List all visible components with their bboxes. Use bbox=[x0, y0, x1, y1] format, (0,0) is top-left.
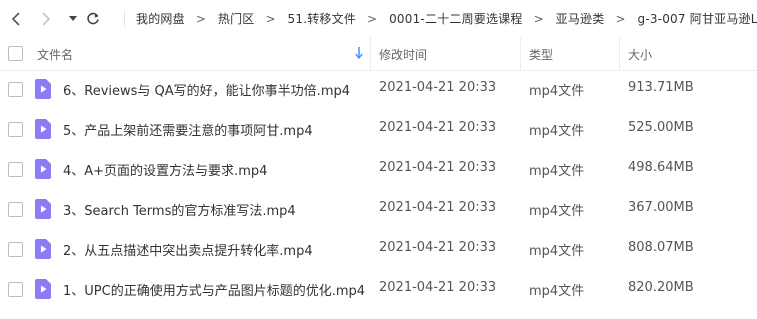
file-type: mp4文件 bbox=[529, 244, 585, 259]
back-button[interactable] bbox=[6, 7, 26, 31]
row-checkbox[interactable] bbox=[8, 242, 23, 257]
breadcrumb-separator: > bbox=[265, 11, 276, 26]
sort-descending-icon[interactable] bbox=[355, 47, 363, 59]
row-checkbox[interactable] bbox=[8, 162, 23, 177]
breadcrumb-item-transfer[interactable]: 51.转移文件 bbox=[288, 10, 356, 27]
breadcrumb-separator: > bbox=[195, 11, 206, 26]
file-type: mp4文件 bbox=[529, 204, 585, 219]
breadcrumb-separator: > bbox=[615, 11, 626, 26]
file-size: 913.71MB bbox=[628, 80, 694, 95]
refresh-button[interactable] bbox=[84, 7, 102, 31]
column-divider[interactable] bbox=[520, 37, 521, 70]
file-modified-time: 2021-04-21 20:33 bbox=[379, 240, 497, 255]
video-file-icon bbox=[35, 159, 51, 179]
breadcrumb-item-my-drive[interactable]: 我的网盘 bbox=[136, 10, 185, 27]
breadcrumb-item-courses[interactable]: 0001-二十二周要选课程 bbox=[389, 10, 522, 27]
file-size: 820.20MB bbox=[628, 280, 694, 295]
file-row[interactable]: 2、从五点描述中突出卖点提升转化率.mp4 2021-04-21 20:33 m… bbox=[0, 229, 757, 269]
file-name[interactable]: 4、A+页面的设置方法与要求.mp4 bbox=[63, 160, 267, 179]
breadcrumb-separator: > bbox=[533, 11, 544, 26]
video-file-icon bbox=[35, 119, 51, 139]
video-file-icon bbox=[35, 199, 51, 219]
breadcrumb-item-hot[interactable]: 热门区 bbox=[218, 10, 255, 27]
row-checkbox[interactable] bbox=[8, 82, 23, 97]
file-type: mp4文件 bbox=[529, 284, 585, 299]
breadcrumb: 我的网盘 > 热门区 > 51.转移文件 > 0001-二十二周要选课程 > 亚… bbox=[113, 10, 757, 27]
file-row[interactable]: 4、A+页面的设置方法与要求.mp4 2021-04-21 20:33 mp4文… bbox=[0, 149, 757, 189]
file-row[interactable]: 3、Search Terms的官方标准写法.mp4 2021-04-21 20:… bbox=[0, 189, 757, 229]
forward-button[interactable] bbox=[36, 7, 56, 31]
file-modified-time: 2021-04-21 20:33 bbox=[379, 200, 497, 215]
video-file-icon bbox=[35, 279, 51, 299]
file-size: 498.64MB bbox=[628, 160, 694, 175]
file-modified-time: 2021-04-21 20:33 bbox=[379, 120, 497, 135]
file-row[interactable]: 5、产品上架前还需要注意的事项阿甘.mp4 2021-04-21 20:33 m… bbox=[0, 109, 757, 149]
file-name[interactable]: 5、产品上架前还需要注意的事项阿甘.mp4 bbox=[63, 120, 313, 139]
file-name[interactable]: 2、从五点描述中突出卖点提升转化率.mp4 bbox=[63, 240, 313, 259]
breadcrumb-separator: > bbox=[367, 11, 378, 26]
row-checkbox[interactable] bbox=[8, 122, 23, 137]
file-size: 808.07MB bbox=[628, 240, 694, 255]
file-name[interactable]: 6、Reviews与 QA写的好，能让你事半功倍.mp4 bbox=[63, 80, 350, 99]
file-modified-time: 2021-04-21 20:33 bbox=[379, 280, 497, 295]
select-all-checkbox[interactable] bbox=[8, 46, 23, 61]
file-size: 367.00MB bbox=[628, 200, 694, 215]
file-modified-time: 2021-04-21 20:33 bbox=[379, 160, 497, 175]
file-modified-time: 2021-04-21 20:33 bbox=[379, 80, 497, 95]
column-header-name[interactable]: 文件名 bbox=[37, 46, 73, 63]
column-divider[interactable] bbox=[370, 37, 371, 70]
refresh-icon bbox=[87, 12, 99, 24]
column-header-size[interactable]: 大小 bbox=[628, 46, 652, 63]
video-file-icon bbox=[35, 79, 51, 99]
file-size: 525.00MB bbox=[628, 120, 694, 135]
row-checkbox[interactable] bbox=[8, 282, 23, 297]
file-list-header: 文件名 修改时间 类型 大小 bbox=[0, 37, 757, 71]
file-row[interactable]: 6、Reviews与 QA写的好，能让你事半功倍.mp4 2021-04-21 … bbox=[0, 69, 757, 109]
file-row[interactable]: 1、UPC的正确使用方式与产品图片标题的优化.mp4 2021-04-21 20… bbox=[0, 269, 757, 309]
file-type: mp4文件 bbox=[529, 84, 585, 99]
column-header-modified[interactable]: 修改时间 bbox=[379, 46, 427, 63]
file-name[interactable]: 3、Search Terms的官方标准写法.mp4 bbox=[63, 200, 296, 219]
history-dropdown-button[interactable] bbox=[66, 7, 80, 31]
breadcrumb-item-current[interactable]: g-3-007 阿甘亚马逊Listing上架与优化 bbox=[638, 10, 757, 27]
caret-down-icon bbox=[69, 15, 77, 21]
breadcrumb-divider bbox=[124, 10, 125, 27]
navigation-bar: 我的网盘 > 热门区 > 51.转移文件 > 0001-二十二周要选课程 > 亚… bbox=[0, 0, 757, 37]
row-checkbox[interactable] bbox=[8, 202, 23, 217]
breadcrumb-item-amazon[interactable]: 亚马逊类 bbox=[556, 10, 605, 27]
column-header-type[interactable]: 类型 bbox=[529, 46, 553, 63]
chevron-right-icon bbox=[42, 11, 51, 26]
file-type: mp4文件 bbox=[529, 164, 585, 179]
column-divider[interactable] bbox=[619, 37, 620, 70]
file-type: mp4文件 bbox=[529, 124, 585, 139]
file-name[interactable]: 1、UPC的正确使用方式与产品图片标题的优化.mp4 bbox=[63, 280, 365, 299]
video-file-icon bbox=[35, 239, 51, 259]
chevron-left-icon bbox=[11, 11, 20, 26]
